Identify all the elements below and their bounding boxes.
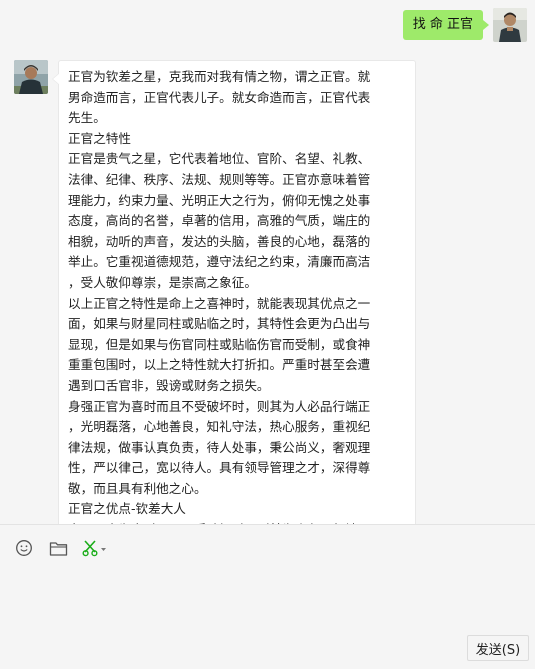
emoji-icon[interactable] bbox=[14, 538, 34, 558]
message-line: 显现，但是如果与伤官同柱或贴临伤官而受制，或食神 bbox=[68, 336, 371, 352]
message-line: 以上正官之特性是命上之喜神时，就能表现其优点之一 bbox=[68, 295, 371, 311]
message-line: 正官为钦差之星，克我而对我有情之物，谓之正官。就 bbox=[68, 69, 371, 84]
outgoing-bubble[interactable]: 找 命 正官 bbox=[402, 10, 490, 40]
chat-toolbar bbox=[14, 538, 108, 558]
self-avatar[interactable] bbox=[493, 8, 527, 42]
message-line: ，光明磊落，心地善良，知礼守法，热心服务，重视纪 bbox=[68, 419, 371, 435]
message-input[interactable] bbox=[0, 566, 535, 656]
message-line: 律法规，做事认真负责，待人处事，秉公尚义，奢观理 bbox=[68, 439, 371, 455]
message-line: 遇到口舌官非，毁谤或财务之损失。 bbox=[68, 377, 270, 393]
message-line: ，受人敬仰尊崇，是崇高之象征。 bbox=[68, 274, 257, 290]
folder-icon[interactable] bbox=[48, 538, 68, 558]
message-line: 敬，而且具有利他之心。 bbox=[68, 480, 207, 496]
self-avatar-image bbox=[493, 8, 527, 42]
message-line: 正官之优点-钦差大人 bbox=[68, 501, 186, 517]
message-line: 理能力，约束力量、光明正大之行为，俯仰无愧之处事 bbox=[68, 192, 371, 208]
send-button[interactable]: 发送(S) bbox=[467, 635, 529, 661]
message-line: 重重包围时，以上之特性就大打折扣。严重时甚至会遭 bbox=[68, 357, 371, 373]
scissors-icon[interactable] bbox=[82, 538, 108, 558]
message-line: 正官是贵气之星，它代表着地位、官阶、名望、礼教、 bbox=[68, 151, 371, 167]
message-line: 法律、纪律、秩序、法规、规则等等。正官亦意味着管 bbox=[68, 171, 371, 187]
message-line: 相貌，动听的声音，发达的头脑，善良的心地，磊落的 bbox=[68, 233, 371, 249]
message-line: 男命造而言，正官代表儿子。就女命造而言，正官代表 bbox=[68, 89, 371, 105]
message-line: 先生。 bbox=[68, 110, 106, 126]
chat-message-area[interactable]: 找 命 正官 正官为钦差之星，克我而对我有情之物，谓之正官。就 男命造而言，正官… bbox=[0, 0, 535, 524]
incoming-message: 正官为钦差之星，克我而对我有情之物，谓之正官。就 男命造而言，正官代表儿子。就女命… bbox=[14, 60, 416, 524]
message-line: 举止。它重视道德规范，遵守法纪之约束，清廉而高洁 bbox=[68, 254, 371, 270]
incoming-bubble[interactable]: 正官为钦差之星，克我而对我有情之物，谓之正官。就 男命造而言，正官代表儿子。就女命… bbox=[52, 60, 416, 524]
message-line: 性，严以律己，宽以待人。具有领导管理之才，深得尊 bbox=[68, 460, 371, 476]
contact-avatar[interactable] bbox=[14, 60, 48, 94]
message-line: 正官之特性 bbox=[68, 130, 131, 146]
input-divider bbox=[0, 524, 535, 525]
message-line: 面，如果与财星同柱或贴临之时，其特性会更为凸出与 bbox=[68, 316, 371, 332]
outgoing-message: 找 命 正官 bbox=[402, 8, 527, 42]
contact-avatar-image bbox=[14, 60, 48, 94]
message-line: 身强正官为喜时而且不受破坏时，则其为人必品行端正 bbox=[68, 398, 371, 414]
message-line: 态度，高尚的名誉，卓著的信用，高雅的气质，端庄的 bbox=[68, 213, 371, 229]
